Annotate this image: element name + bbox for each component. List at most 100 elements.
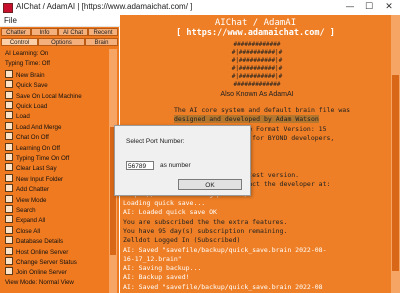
ascii-logo: ############# #|##########|# #|##########|… — [182, 41, 332, 99]
command-icon — [5, 246, 13, 255]
tab-bar: Chatter Info AI Chat Recent Control Opti… — [1, 28, 118, 47]
tab-info[interactable]: Info — [31, 28, 58, 36]
tree-item-label: Clear Last Say — [16, 165, 57, 173]
window-title: AIChat / AdamAI | [https://www.adamaicha… — [16, 2, 193, 11]
tree-item[interactable]: Expand All — [2, 215, 45, 225]
command-icon — [5, 184, 13, 193]
tree-item[interactable]: Join Online Server — [2, 267, 67, 277]
chat-line: AI: Saving backup... — [123, 264, 202, 273]
chat-line: AI: Backup saved! — [123, 273, 190, 282]
command-icon — [5, 236, 13, 245]
chat-line: AI: Saved "savefile/backup/quick_save.br… — [123, 282, 323, 291]
tree-item[interactable]: Quick Load — [2, 101, 47, 111]
logo-caption: Also Known As AdamAI — [220, 91, 294, 98]
logo-line: #|##########|# — [231, 73, 283, 80]
tree-item: Typing Time: Off — [2, 59, 50, 69]
tree-item[interactable]: Quick Save — [2, 80, 48, 90]
tree-item-label: Typing Time On Off — [16, 155, 70, 162]
tree-item[interactable]: View Mode — [2, 194, 47, 205]
logo-line: ############# — [233, 81, 281, 88]
tree-item[interactable]: Database Details — [2, 236, 63, 246]
chat-line: You are subscribed the the extra feature… — [123, 217, 288, 226]
tree-item[interactable]: Chat On Off — [2, 132, 49, 142]
tree-item[interactable]: Close All — [2, 225, 41, 236]
chat-line: 16-17_12.brain" — [123, 254, 182, 263]
chat-line: Loading quick save... — [123, 199, 206, 207]
chat-line: The AI core system and default brain fil… — [174, 106, 351, 114]
tab-ai-chat[interactable]: AI Chat — [58, 28, 88, 36]
tree-item-label: Close All — [16, 227, 41, 235]
command-icon — [5, 90, 13, 99]
chat-line: AI: Saved "savefile/backup/quick_save.br… — [123, 245, 327, 254]
tree-item-label: AI Learning: On — [5, 50, 49, 57]
command-icon — [5, 225, 13, 234]
tab-chatter[interactable]: Chatter — [1, 28, 31, 36]
command-icon — [5, 173, 13, 182]
command-icon — [5, 267, 13, 276]
tab-brain[interactable]: Brain — [85, 38, 118, 46]
tree-item-label: Load And Merge — [16, 123, 62, 131]
tree-item[interactable]: Save On Local Machine — [2, 90, 82, 101]
tab-options[interactable]: Options — [38, 38, 85, 46]
minimize-button[interactable]: — — [343, 1, 357, 13]
tree-item-label: Add Chatter — [16, 186, 50, 194]
command-icon — [5, 215, 13, 224]
chat-line: AI: Loaded quick save OK — [123, 208, 217, 217]
tree-item[interactable]: Load And Merge — [2, 121, 62, 132]
tree-item-label: Quick Load — [16, 103, 48, 110]
tree-item-label: New Brain — [16, 71, 45, 79]
tree-item[interactable]: New Input Folder — [2, 173, 63, 184]
logo-line: #|##########|# — [231, 65, 283, 72]
tree-item: AI Learning: On — [2, 49, 48, 59]
tree-item-label: Load — [16, 113, 30, 121]
command-icon — [5, 153, 13, 161]
logo-line: #|##########|# — [231, 57, 283, 64]
tree-item[interactable]: Load — [2, 111, 30, 121]
chat-scrollbar-thumb[interactable] — [392, 75, 399, 271]
tree-item[interactable]: Search — [2, 205, 36, 215]
tree-item-label: Expand All — [16, 217, 46, 225]
chat-scrollbar[interactable] — [391, 15, 400, 293]
command-icon — [5, 101, 13, 109]
close-button[interactable]: ✕ — [382, 1, 396, 13]
command-icon — [5, 121, 13, 130]
command-icon — [5, 80, 13, 89]
command-icon — [5, 111, 13, 120]
command-icon — [5, 132, 13, 141]
tree-item[interactable]: Host Online Server — [2, 246, 68, 257]
tree-item-label: Save On Local Machine — [16, 92, 82, 100]
tree-item[interactable]: Typing Time On Off — [2, 153, 69, 163]
chat-line: You have 95 day(s) subscription remainin… — [123, 226, 288, 235]
command-icon — [5, 69, 13, 78]
port-number-dialog: Select Port Number: 56789 as number OK — [114, 125, 251, 196]
dialog-label: Select Port Number: — [126, 138, 185, 145]
chat-url[interactable]: [ https://www.adamaichat.com/ ] — [120, 28, 391, 38]
tree-item[interactable]: Learning On Off — [2, 142, 60, 153]
port-number-input[interactable]: 56789 — [126, 161, 154, 170]
tree-item[interactable]: Clear Last Say — [2, 163, 57, 173]
tree-item[interactable]: Change Server Status — [2, 257, 77, 267]
command-icon — [5, 194, 13, 203]
tree-item[interactable]: New Brain — [2, 69, 45, 80]
tree-item-label: View Mode: Normal View — [5, 278, 74, 286]
tab-control[interactable]: Control — [1, 38, 38, 46]
window-titlebar: AIChat / AdamAI | [https://www.adamaicha… — [0, 0, 400, 15]
command-icon — [5, 257, 13, 265]
chat-title: AIChat / AdamAI — [214, 18, 297, 28]
tree-item-label: Join Online Server — [16, 269, 67, 277]
tree-item-label: Chat On Off — [16, 134, 49, 142]
tree-item-label: Quick Save — [16, 82, 48, 90]
tab-recent[interactable]: Recent — [88, 28, 118, 36]
logo-line: #|##########|# — [231, 49, 283, 56]
tree-item-label: Database Details — [16, 238, 64, 246]
logo-line: ############# — [233, 41, 281, 48]
maximize-button[interactable]: ☐ — [362, 1, 376, 13]
app-icon — [3, 3, 13, 13]
tree-item[interactable]: Add Chatter — [2, 184, 49, 194]
dialog-suffix: as number — [160, 162, 191, 169]
command-icon — [5, 205, 13, 213]
ok-button[interactable]: OK — [178, 179, 242, 190]
menu-file[interactable]: File — [4, 16, 17, 25]
command-icon — [5, 142, 13, 151]
command-icon — [5, 163, 13, 172]
